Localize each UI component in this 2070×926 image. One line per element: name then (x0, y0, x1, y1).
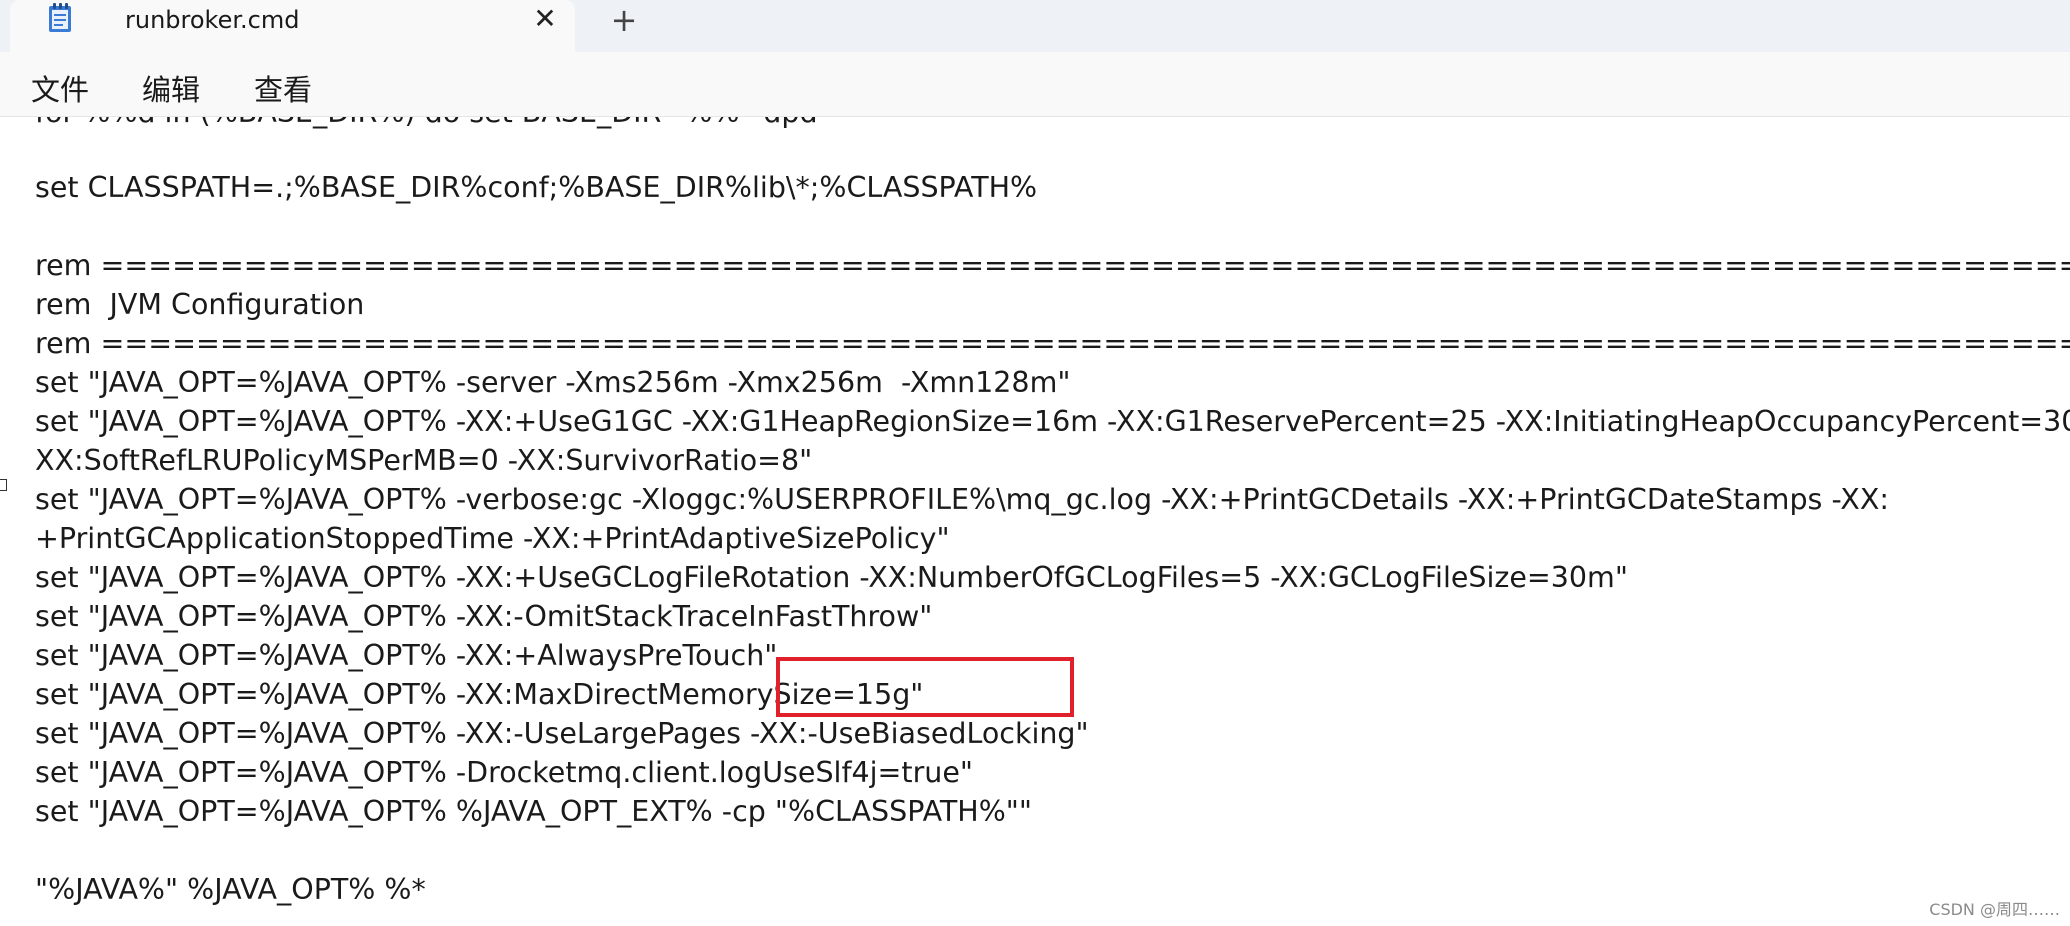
code-line: set "JAVA_OPT=%JAVA_OPT% -XX:+AlwaysPreT… (35, 639, 778, 672)
tab-runbroker[interactable]: runbroker.cmd ✕ (10, 0, 575, 52)
code-line: set "JAVA_OPT=%JAVA_OPT% -XX:-OmitStackT… (35, 600, 933, 633)
code-line: set "JAVA_OPT=%JAVA_OPT% -XX:+UseG1GC -X… (35, 405, 2070, 438)
code-line: XX:SoftRefLRUPolicyMSPerMB=0 -XX:Survivo… (35, 444, 813, 477)
notepad-icon (48, 3, 72, 33)
code-line: set "JAVA_OPT=%JAVA_OPT% -XX:+UseGCLogFi… (35, 561, 1628, 594)
close-icon[interactable]: ✕ (530, 2, 560, 36)
menu-file[interactable]: 文件 (31, 67, 89, 109)
code-line: set "JAVA_OPT=%JAVA_OPT% -verbose:gc -Xl… (35, 483, 1889, 516)
code-line: set "JAVA_OPT=%JAVA_OPT% -Drocketmq.clie… (35, 756, 974, 789)
notepad-window: runbroker.cmd ✕ + 文件 编辑 查看 for %%d in (%… (0, 0, 2070, 926)
code-line: rem ====================================… (35, 327, 2070, 360)
watermark: CSDN @周四…… (1929, 900, 2060, 919)
menu-bar: 文件 编辑 查看 (0, 52, 2070, 117)
code-line: set "JAVA_OPT=%JAVA_OPT% %JAVA_OPT_EXT% … (35, 795, 1032, 828)
code-line: rem JVM Configuration (35, 288, 365, 321)
code-line: set CLASSPATH=.;%BASE_DIR%conf;%BASE_DIR… (35, 171, 1038, 204)
menu-view[interactable]: 查看 (254, 67, 312, 109)
menu-edit[interactable]: 编辑 (142, 67, 200, 109)
tab-bar: runbroker.cmd ✕ + (0, 0, 2070, 52)
code-line: rem ====================================… (35, 249, 2070, 282)
code-line: "%JAVA%" %JAVA_OPT% %* (35, 873, 426, 906)
partial-top-line: for %%d in (%BASE_DIR%) do set BASE_DIR=… (35, 117, 818, 132)
tab-title: runbroker.cmd (125, 6, 300, 34)
code-line: set "JAVA_OPT=%JAVA_OPT% -server -Xms256… (35, 366, 1071, 399)
code-line: set "JAVA_OPT=%JAVA_OPT% -XX:-UseLargePa… (35, 717, 1089, 750)
new-tab-button[interactable]: + (607, 2, 641, 38)
highlight-annotation (776, 657, 1074, 717)
code-line: +PrintGCApplicationStoppedTime -XX:+Prin… (35, 522, 950, 555)
text-editor[interactable]: for %%d in (%BASE_DIR%) do set BASE_DIR=… (0, 117, 2070, 926)
wrap-marker (0, 479, 7, 491)
